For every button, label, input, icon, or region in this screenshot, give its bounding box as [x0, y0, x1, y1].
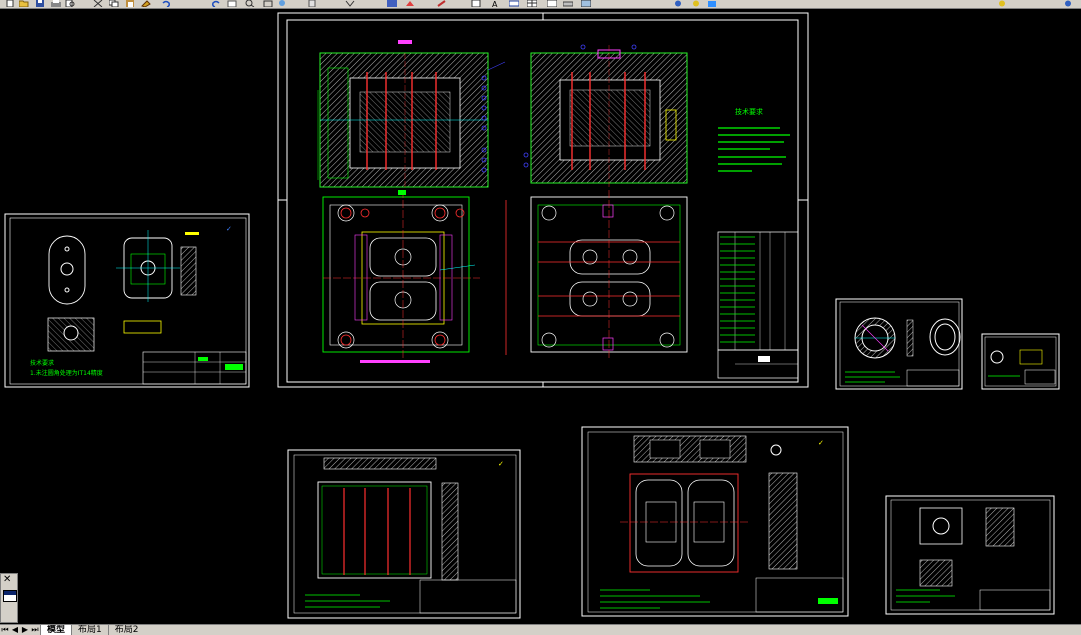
pan-icon[interactable]: [226, 0, 238, 7]
copy-icon[interactable]: [108, 0, 120, 7]
layout-tab-bar: ⏮ ◀ ▶ ⏭ 模型 布局1 布局2: [0, 624, 1081, 635]
calculator-icon[interactable]: [470, 0, 482, 7]
help-icon[interactable]: [1062, 0, 1074, 7]
zoom-previous-icon[interactable]: [276, 0, 288, 7]
sun-icon[interactable]: [996, 0, 1008, 7]
text-style-icon[interactable]: A: [490, 0, 502, 7]
layer-state-icon[interactable]: [672, 0, 684, 7]
technical-requirements: 技术要求: [718, 107, 790, 172]
tech-title: 技术要求: [735, 107, 763, 116]
part-sheet-ring: [835, 298, 963, 390]
svg-text:✓: ✓: [498, 460, 504, 468]
close-icon[interactable]: ✕: [3, 575, 11, 585]
design-center-icon[interactable]: [344, 0, 356, 7]
part-sheet-left: 技术要求 1.未注圆角处理为IT14精度 ✓: [4, 213, 250, 388]
part-sheet-bottom-right: [885, 495, 1055, 615]
plan-view-left: [322, 190, 480, 363]
zoom-realtime-icon[interactable]: [244, 0, 256, 7]
part-sheet-bottom-left: ✓: [287, 449, 521, 619]
section-view-left: [317, 40, 506, 188]
table-style-icon[interactable]: [526, 0, 538, 7]
note-title-left: 技术要求: [30, 359, 54, 367]
zoom-window-icon[interactable]: [262, 0, 274, 7]
layer-color-icon[interactable]: [706, 0, 718, 7]
svg-text:A: A: [492, 0, 498, 7]
note-line-left: 1.未注圆角处理为IT14精度: [30, 369, 103, 377]
cut-icon[interactable]: [92, 0, 104, 7]
svg-text:✓: ✓: [226, 225, 232, 233]
sheet-set-icon[interactable]: [404, 0, 416, 7]
layer-freeze-icon[interactable]: [690, 0, 702, 7]
section-view-right: [523, 44, 688, 187]
markup-icon[interactable]: [436, 0, 448, 7]
new-icon[interactable]: [4, 0, 16, 7]
open-icon[interactable]: [18, 0, 30, 7]
tool-palettes-icon[interactable]: [386, 0, 398, 7]
print-icon[interactable]: [50, 0, 62, 7]
properties-icon[interactable]: [306, 0, 318, 7]
redo-icon[interactable]: [210, 0, 222, 7]
parts-list-table: [717, 231, 799, 379]
standard-toolbar: A: [0, 0, 1081, 9]
svg-text:✓: ✓: [818, 439, 824, 447]
layer-icon[interactable]: [562, 0, 574, 7]
multileader-style-icon[interactable]: [546, 0, 558, 7]
save-icon[interactable]: [34, 0, 46, 7]
main-assembly-sheet: 技术要求: [277, 12, 809, 388]
undo-icon[interactable]: [160, 0, 172, 7]
dimension-style-icon[interactable]: [508, 0, 520, 7]
tool-palette-window[interactable]: ✕: [0, 573, 18, 623]
paste-icon[interactable]: [124, 0, 136, 7]
part-sheet-small: [981, 333, 1060, 390]
model-space-canvas[interactable]: 技术要求 技术要求 1.未注圆角处理为IT14精度 ✓ ✓ ✓: [0, 9, 1081, 625]
match-icon[interactable]: [140, 0, 152, 7]
layer-previous-icon[interactable]: [580, 0, 592, 7]
preview-icon[interactable]: [64, 0, 76, 7]
part-sheet-bottom-center: ✓: [581, 426, 849, 617]
palette-thumbnail[interactable]: [3, 590, 17, 602]
plan-view-right: [505, 190, 688, 360]
